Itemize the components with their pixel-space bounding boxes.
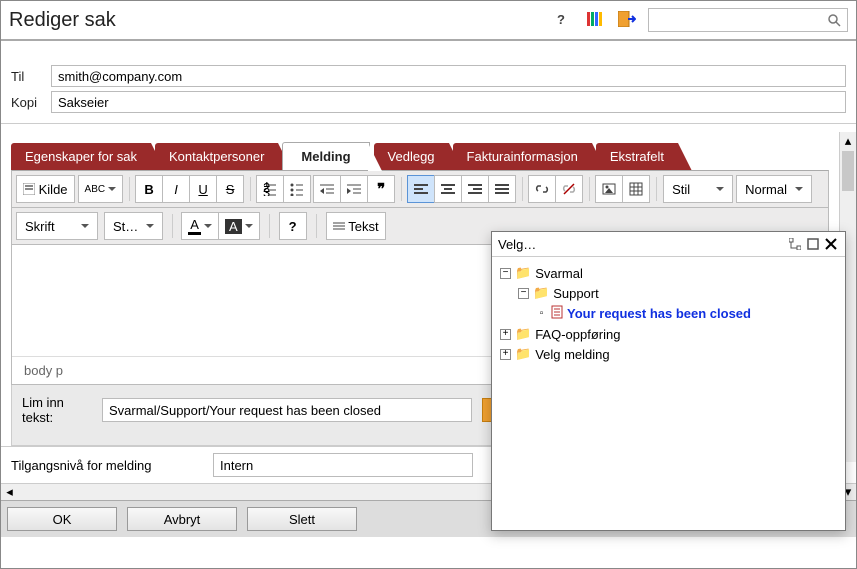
folder-icon: 📁 xyxy=(515,265,531,281)
tree-node-velg[interactable]: + 📁 Velg melding xyxy=(500,344,837,364)
paragraph-label: Normal xyxy=(745,182,787,197)
underline-button[interactable]: U xyxy=(189,175,217,203)
table-button[interactable] xyxy=(622,175,650,203)
paste-text-field[interactable] xyxy=(102,398,472,422)
align-left-button[interactable] xyxy=(407,175,435,203)
popup-tree-icon[interactable] xyxy=(787,236,803,252)
folder-icon: 📁 xyxy=(515,346,531,362)
unlink-button[interactable] xyxy=(555,175,583,203)
tab-extra[interactable]: Ekstrafelt xyxy=(596,143,678,170)
paste-label: Lim inntekst: xyxy=(22,395,92,425)
link-button[interactable] xyxy=(528,175,556,203)
scroll-up-arrow[interactable]: ▴ xyxy=(840,132,856,149)
cc-field[interactable] xyxy=(51,91,846,113)
expand-icon[interactable]: + xyxy=(500,329,511,340)
tab-contacts[interactable]: Kontaktpersoner xyxy=(155,143,278,170)
align-justify-button[interactable] xyxy=(488,175,516,203)
tree-label-selected: Your request has been closed xyxy=(567,306,751,321)
tekst-button[interactable]: Tekst xyxy=(326,212,386,240)
text-color-button[interactable]: A xyxy=(181,212,219,240)
bg-color-button[interactable]: A xyxy=(218,212,260,240)
tree-node-faq[interactable]: + 📁 FAQ-oppføring xyxy=(500,324,837,344)
search-icon xyxy=(827,13,841,27)
style-label: Stil xyxy=(672,182,690,197)
folder-icon: 📁 xyxy=(515,326,531,342)
source-label: Kilde xyxy=(39,182,68,197)
help-icon[interactable]: ? xyxy=(550,7,574,34)
delete-button[interactable]: Slett xyxy=(247,507,357,531)
tree-label: Support xyxy=(553,286,599,301)
scroll-thumb[interactable] xyxy=(842,151,854,191)
access-label: Tilgangsnivå for melding xyxy=(11,458,201,473)
tree-node-support[interactable]: − 📁 Support xyxy=(500,283,837,303)
size-select[interactable]: St… xyxy=(104,212,163,240)
align-right-button[interactable] xyxy=(461,175,489,203)
page-title: Rediger sak xyxy=(9,9,116,32)
outdent-button[interactable] xyxy=(313,175,341,203)
scroll-left-arrow[interactable]: ◂ xyxy=(1,484,18,500)
image-button[interactable] xyxy=(595,175,623,203)
bullet-list-button[interactable] xyxy=(283,175,311,203)
popup-maximize-icon[interactable] xyxy=(805,236,821,252)
tree-label: Velg melding xyxy=(535,347,609,362)
to-field[interactable] xyxy=(51,65,846,87)
tab-invoice[interactable]: Fakturainformasjon xyxy=(453,143,592,170)
global-search-input[interactable] xyxy=(648,8,848,32)
color-bars-icon[interactable] xyxy=(582,7,606,34)
tekst-label: Tekst xyxy=(348,219,378,234)
access-field[interactable] xyxy=(213,453,473,477)
select-popup: Velg… − 📁 Svarmal − 📁 Support ▫ Your req… xyxy=(491,231,846,531)
size-label: St… xyxy=(113,219,138,234)
font-select[interactable]: Skrift xyxy=(16,212,98,240)
tab-message[interactable]: Melding xyxy=(282,142,369,170)
cc-label: Kopi xyxy=(11,95,51,110)
align-center-button[interactable] xyxy=(434,175,462,203)
expand-icon[interactable]: + xyxy=(500,349,511,360)
collapse-icon[interactable]: − xyxy=(518,288,529,299)
folder-icon: 📁 xyxy=(533,285,549,301)
tree-label: Svarmal xyxy=(535,266,583,281)
popup-close-icon[interactable] xyxy=(823,236,839,252)
font-label: Skrift xyxy=(25,219,55,234)
exit-icon[interactable] xyxy=(614,7,640,34)
collapse-icon[interactable]: − xyxy=(500,268,511,279)
source-button[interactable]: Kilde xyxy=(16,175,75,203)
cancel-button[interactable]: Avbryt xyxy=(127,507,237,531)
tree-node-svarmal[interactable]: − 📁 Svarmal xyxy=(500,263,837,283)
spellcheck-button[interactable]: ABC xyxy=(78,175,124,203)
paragraph-select[interactable]: Normal xyxy=(736,175,812,203)
blockquote-button[interactable]: ❞ xyxy=(367,175,395,203)
tree-leaf-closed[interactable]: ▫ Your request has been closed xyxy=(500,303,837,324)
abc-label: ABC xyxy=(85,184,106,195)
to-label: Til xyxy=(11,69,51,84)
tree-label: FAQ-oppføring xyxy=(535,327,620,342)
bold-button[interactable]: B xyxy=(135,175,163,203)
style-select[interactable]: Stil xyxy=(663,175,733,203)
tab-attachments[interactable]: Vedlegg xyxy=(374,143,449,170)
popup-title: Velg… xyxy=(498,237,785,252)
italic-button[interactable]: I xyxy=(162,175,190,203)
help-toolbar-button[interactable]: ? xyxy=(279,212,307,240)
ok-button[interactable]: OK xyxy=(7,507,117,531)
svg-text:?: ? xyxy=(557,12,565,27)
numbered-list-button[interactable]: 123 xyxy=(256,175,284,203)
file-icon xyxy=(551,305,563,322)
indent-button[interactable] xyxy=(340,175,368,203)
tab-properties[interactable]: Egenskaper for sak xyxy=(11,143,151,170)
leaf-icon: ▫ xyxy=(536,308,547,319)
strike-button[interactable]: S xyxy=(216,175,244,203)
